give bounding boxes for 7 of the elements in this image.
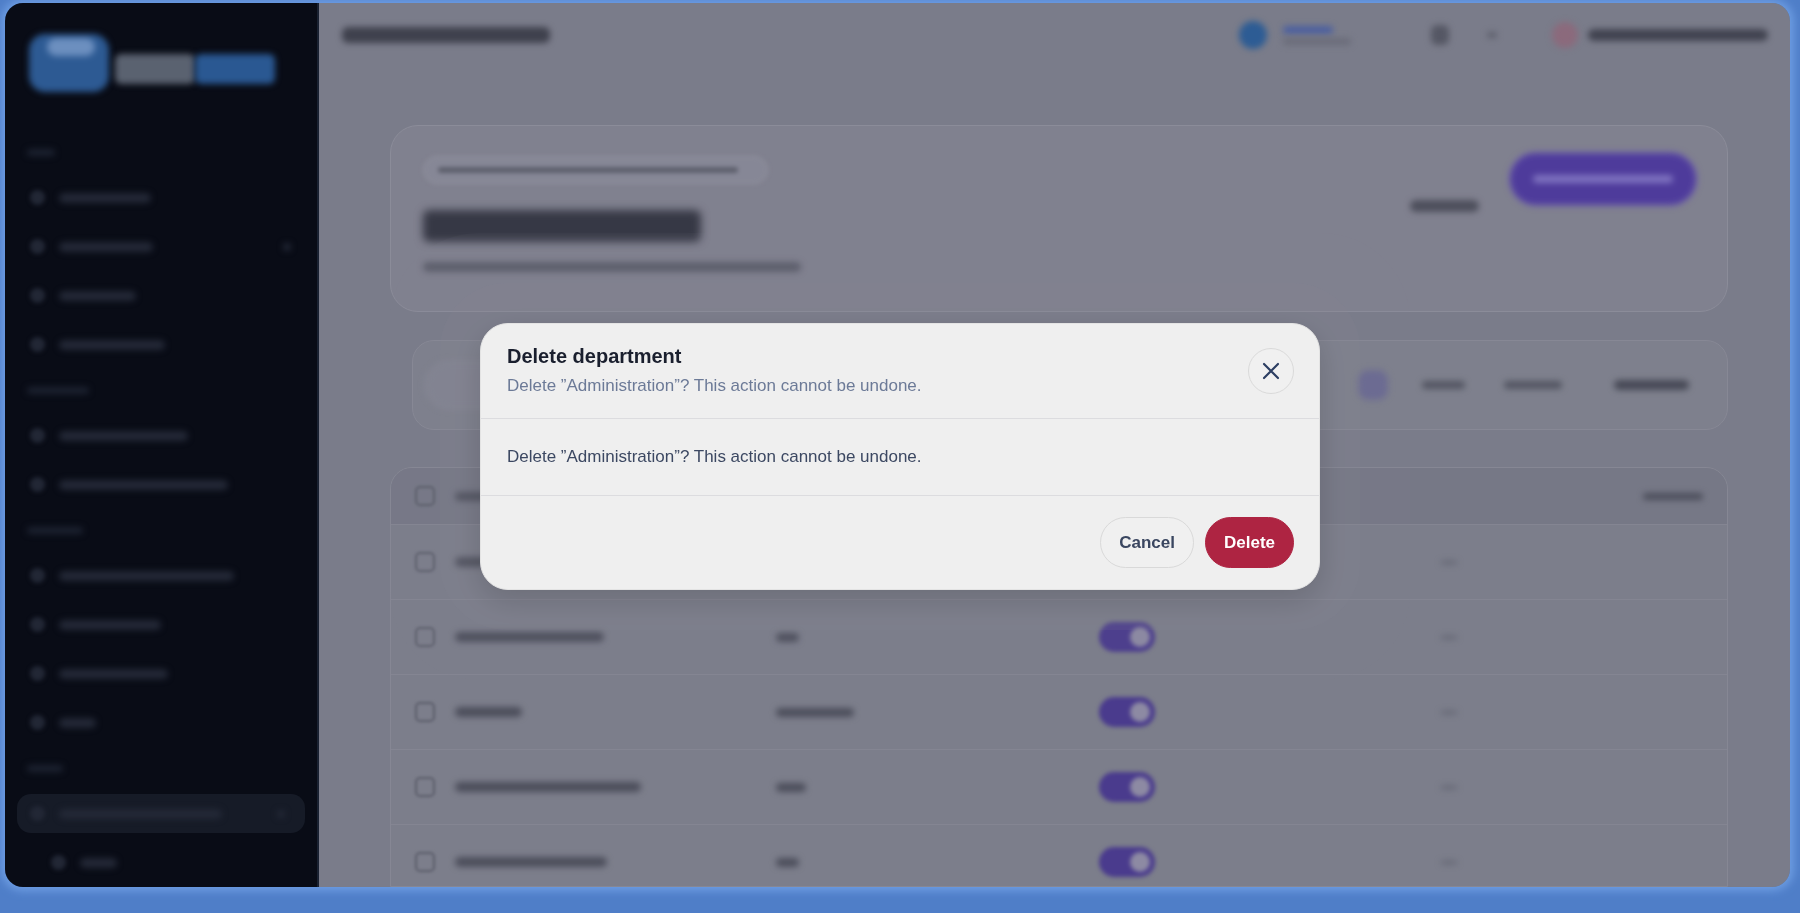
dialog-subtitle: Delete ”Administration”? This action cannot be undone. xyxy=(507,375,923,397)
close-icon xyxy=(1262,361,1280,380)
dialog-title: Delete department xyxy=(507,344,683,368)
close-button[interactable] xyxy=(1248,347,1294,394)
delete-button[interactable]: Delete xyxy=(1204,517,1294,568)
cancel-button[interactable]: Cancel xyxy=(1100,517,1194,568)
dialog-message: Delete ”Administration”? This action cannot be undone. xyxy=(507,446,923,468)
